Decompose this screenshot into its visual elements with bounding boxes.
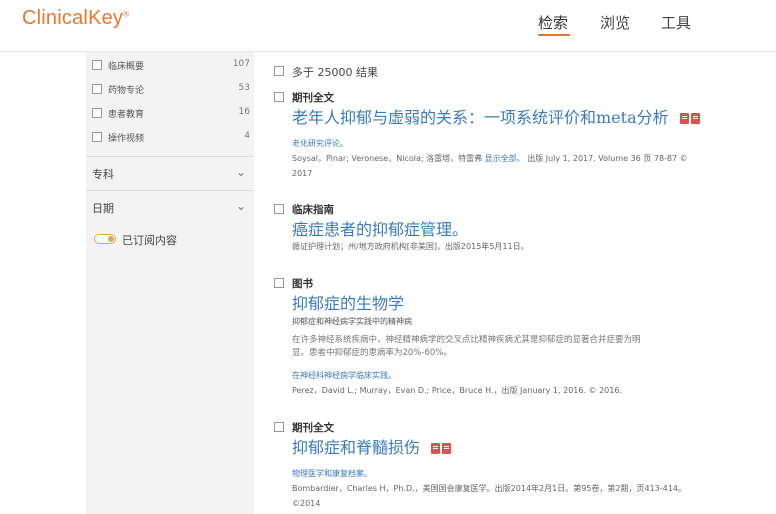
nav-search[interactable]: 检索 <box>538 12 568 33</box>
filter-patient-education[interactable]: 患者教育 16 <box>92 106 250 124</box>
pdf-icon[interactable] <box>679 109 702 128</box>
result-source[interactable]: 物理医学和康复档案。 <box>292 468 372 479</box>
sidebar-divider <box>86 190 254 191</box>
result-abstract: 在许多神经系统疾病中，神经精神病学的交叉点比精神疾病尤其是抑郁症的显著合并症要为… <box>292 335 641 358</box>
result-year: 2017 <box>292 169 313 178</box>
active-nav-indicator <box>538 34 570 36</box>
filter-checkbox[interactable] <box>92 132 102 142</box>
subscribed-toggle[interactable] <box>94 234 116 244</box>
show-all-link[interactable]: 显示全部。 <box>485 154 525 163</box>
top-header: ClinicalKey® 检索 浏览 工具 <box>0 0 776 52</box>
nav-browse[interactable]: 浏览 <box>600 12 630 33</box>
result-meta: 循证护理计划；州/地方政府机构[非美国]，出版2015年5月11日。 <box>292 242 529 251</box>
result-count-row: 多于 25000 结果 <box>274 64 378 80</box>
result-checkbox[interactable] <box>274 422 284 432</box>
result-authors: Soysal，Pinar; Veronese，Nicola; 洛雷塔，特雷弗 显… <box>292 154 688 163</box>
select-all-checkbox[interactable] <box>274 66 284 76</box>
filter-procedure-videos[interactable]: 操作视频 4 <box>92 130 250 148</box>
result-authors: Bombardier，Charles H，Ph.D.，美国国会康复医学。出版20… <box>292 484 686 493</box>
result-checkbox[interactable] <box>274 204 284 214</box>
filter-checkbox[interactable] <box>92 60 102 70</box>
result-checkbox[interactable] <box>274 278 284 288</box>
filter-drug-monographs[interactable]: 药物专论 53 <box>92 82 250 100</box>
nav-tools[interactable]: 工具 <box>661 12 691 33</box>
result-type: 期刊全文 <box>292 422 334 434</box>
result-title[interactable]: 癌症患者的抑郁症管理。 <box>292 216 468 240</box>
chevron-down-icon: ⌄ <box>235 165 246 179</box>
result-year: ©2014 <box>292 499 321 508</box>
result-source[interactable]: 老化研究评论。 <box>292 138 348 149</box>
result-title[interactable]: 抑郁症和脊髓损伤 <box>292 434 453 458</box>
filter-checkbox[interactable] <box>92 84 102 94</box>
facet-specialty[interactable]: 专科 ⌄ <box>92 165 250 186</box>
filter-checkbox[interactable] <box>92 108 102 118</box>
result-type: 期刊全文 <box>292 92 334 104</box>
result-title[interactable]: 老年人抑郁与虚弱的关系：一项系统评价和meta分析 <box>292 104 702 128</box>
result-source[interactable]: 在神经科神经病学临床实践。 <box>292 370 396 381</box>
filter-clinical-overview[interactable]: 临床概要 107 <box>92 58 250 76</box>
result-type: 图书 <box>292 278 313 290</box>
result-type: 临床指南 <box>292 204 334 216</box>
result-checkbox[interactable] <box>274 92 284 102</box>
result-book-title: 抑郁症和神经病学实践中的精神病 <box>292 317 412 326</box>
filter-sidebar: 临床概要 107 药物专论 53 患者教育 16 操作视频 4 专科 ⌄ 日期 … <box>86 52 254 514</box>
result-authors: Perez，David L.; Murray，Evan D.; Price，Br… <box>292 386 622 395</box>
sidebar-divider <box>86 156 254 157</box>
chevron-down-icon: ⌄ <box>235 199 246 213</box>
pdf-icon[interactable] <box>431 439 453 458</box>
facet-date[interactable]: 日期 ⌄ <box>92 199 250 220</box>
result-title[interactable]: 抑郁症的生物学 <box>292 290 404 314</box>
results-list: 多于 25000 结果 期刊全文 老年人抑郁与虚弱的关系：一项系统评价和meta… <box>268 52 776 514</box>
clinicalkey-logo[interactable]: ClinicalKey® <box>22 7 129 30</box>
